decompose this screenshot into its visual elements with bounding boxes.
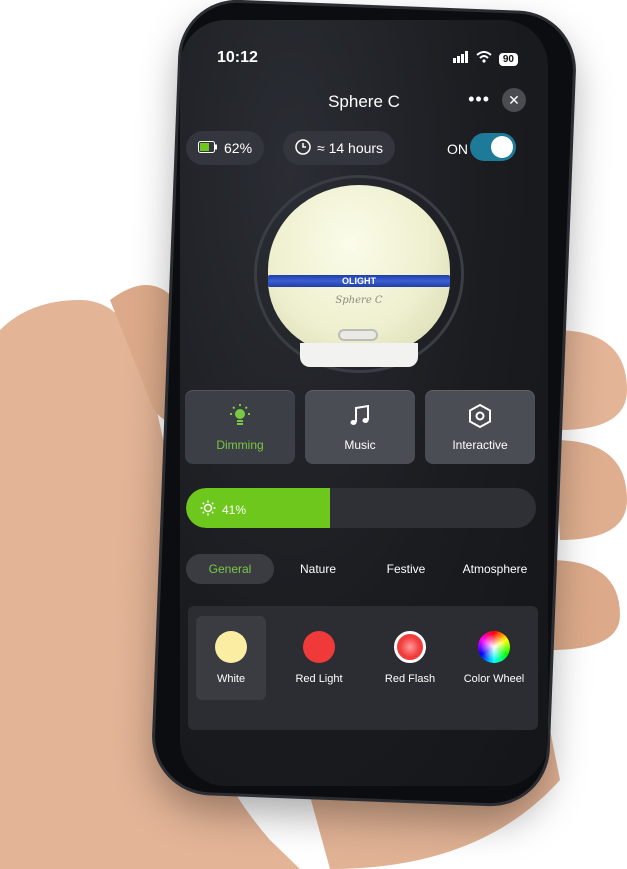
lamp-brand-logo: OLIGHT (342, 276, 376, 286)
usb-port (338, 329, 378, 341)
mode-label: Music (344, 437, 376, 452)
clock-icon (295, 138, 311, 158)
runtime-text: ≈ 14 hours (317, 140, 384, 156)
toggle-knob (491, 136, 513, 158)
preset-label: White (216, 673, 246, 685)
mode-dimming-button[interactable]: Dimming (185, 390, 295, 464)
status-icons: 90 (452, 50, 518, 68)
preset-red-flash[interactable]: Red Flash (372, 616, 448, 700)
brightness-readout: 41% (200, 500, 246, 519)
preset-white[interactable]: White (196, 616, 266, 700)
battery-icon (198, 140, 218, 156)
bulb-icon (227, 403, 253, 432)
preset-color-wheel[interactable]: Color Wheel (454, 616, 534, 700)
preset-label: Red Light (295, 673, 343, 685)
tab-atmosphere[interactable]: Atmosphere (450, 554, 540, 584)
brightness-slider[interactable]: 41% (186, 488, 536, 528)
preset-label: Red Flash (384, 673, 436, 685)
status-time: 10:12 (217, 49, 258, 66)
brightness-value: 41% (222, 502, 247, 517)
power-toggle[interactable] (470, 133, 516, 161)
tab-nature[interactable]: Nature (290, 554, 346, 584)
tab-general[interactable]: General (186, 554, 274, 584)
phone-frame: 10:12 90 Sphere C ••• ✕ 62% ≈ 14 hours O… (152, 0, 576, 806)
mode-interactive-button[interactable]: Interactive (425, 390, 535, 464)
mode-label: Interactive (452, 437, 508, 452)
color-swatch (394, 631, 426, 663)
cellular-signal-icon (452, 50, 469, 68)
wifi-icon (476, 50, 492, 68)
phone-screen: 10:12 90 Sphere C ••• ✕ 62% ≈ 14 hours O… (180, 20, 548, 786)
more-options-button[interactable]: ••• (468, 89, 490, 109)
close-icon: ✕ (508, 92, 520, 108)
color-swatch (215, 631, 247, 663)
tab-festive[interactable]: Festive (378, 554, 434, 584)
battery-level-chip: 62% (186, 131, 265, 165)
hexagon-icon (467, 403, 493, 432)
mode-label: Dimming (216, 437, 264, 452)
runtime-chip: ≈ 14 hours (283, 131, 396, 165)
color-swatch (303, 631, 335, 663)
preset-red-light[interactable]: Red Light (284, 616, 354, 700)
lamp-model-text: Sphere C (335, 295, 383, 306)
device-title: Sphere C (328, 92, 400, 111)
battery-level-text: 62% (224, 140, 253, 156)
power-label: ON (447, 141, 468, 157)
battery-indicator: 90 (498, 52, 518, 66)
close-button[interactable]: ✕ (502, 88, 526, 112)
music-note-icon (347, 403, 373, 432)
preset-panel: White Red Light Red Flash Color Wheel (188, 606, 538, 730)
color-wheel-icon (478, 631, 510, 663)
preset-label: Color Wheel (463, 673, 525, 685)
mode-music-button[interactable]: Music (305, 390, 415, 464)
lamp-base (300, 343, 418, 367)
brightness-icon (200, 500, 216, 519)
more-icon: ••• (468, 89, 490, 109)
lamp-image: OLIGHT Sphere C (254, 175, 464, 373)
